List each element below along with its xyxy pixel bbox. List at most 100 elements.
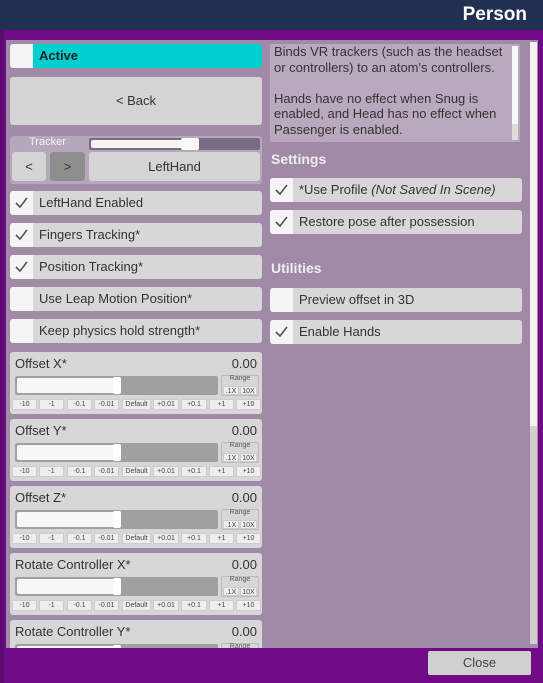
toggle-0-checkbox[interactable] [10, 191, 33, 215]
settings-toggle-0[interactable]: *Use Profile (Not Saved In Scene) [270, 178, 522, 202]
slider-track[interactable] [15, 577, 218, 596]
main-scrollbar[interactable] [530, 42, 537, 644]
step-button[interactable]: +0.1 [181, 399, 207, 410]
label-text: *Use Profile [299, 182, 372, 197]
step-button[interactable]: Default [122, 600, 151, 611]
slider-knob[interactable] [113, 444, 121, 461]
settings-toggle-1-checkbox[interactable] [270, 210, 293, 234]
settings-toggle-0-checkbox[interactable] [270, 178, 293, 202]
step-button[interactable]: -0.1 [67, 533, 92, 544]
utility-toggle-0[interactable]: Preview offset in 3D [270, 288, 522, 312]
tracker-prev-button[interactable]: < [12, 152, 46, 181]
step-button[interactable]: -0.1 [67, 600, 92, 611]
step-button[interactable]: Default [122, 466, 151, 477]
slider-track[interactable] [15, 443, 218, 462]
tracker-slider[interactable] [89, 138, 260, 150]
toggle-0-label: LeftHand Enabled [39, 195, 143, 210]
active-checkbox[interactable] [10, 44, 33, 68]
range-large-button[interactable]: 10X [240, 453, 257, 462]
step-button[interactable]: -0.01 [94, 533, 119, 544]
step-button[interactable]: Default [122, 399, 151, 410]
step-button[interactable]: +0.01 [153, 533, 179, 544]
utility-toggle-0-checkbox[interactable] [270, 288, 293, 312]
step-button[interactable]: +10 [236, 466, 261, 477]
checkmark-icon [15, 261, 28, 273]
step-button[interactable]: +10 [236, 533, 261, 544]
slider-value: 0.00 [231, 356, 257, 371]
close-button[interactable]: Close [428, 651, 531, 675]
step-button[interactable]: +0.01 [153, 466, 179, 477]
toggle-1[interactable]: Fingers Tracking* [10, 223, 262, 247]
description-scrollbar[interactable] [512, 46, 518, 140]
label-text: Position Tracking* [39, 259, 144, 274]
tracker-slider-knob[interactable] [181, 138, 199, 150]
step-button[interactable]: -1 [39, 533, 64, 544]
utility-toggle-1[interactable]: Enable Hands [270, 320, 522, 344]
slider-track[interactable] [15, 376, 218, 395]
step-button[interactable]: -0.01 [94, 600, 119, 611]
step-button[interactable]: -0.01 [94, 466, 119, 477]
step-button[interactable]: +0.1 [181, 466, 207, 477]
step-button[interactable]: +0.01 [153, 399, 179, 410]
toggle-4[interactable]: Keep physics hold strength* [10, 319, 262, 343]
toggle-1-label: Fingers Tracking* [39, 227, 140, 242]
slider-knob[interactable] [113, 511, 121, 528]
range-small-button[interactable]: .1X [223, 520, 239, 529]
step-button[interactable]: +1 [209, 399, 234, 410]
slider-knob[interactable] [113, 578, 121, 595]
range-group: Range .1X10X [221, 509, 259, 530]
range-large-button[interactable]: 10X [240, 587, 257, 596]
slider-knob[interactable] [113, 645, 121, 648]
step-button[interactable]: -1 [39, 399, 64, 410]
main-scrollbar-thumb[interactable] [530, 42, 537, 426]
step-button[interactable]: +1 [209, 600, 234, 611]
toggle-1-checkbox[interactable] [10, 223, 33, 247]
toggle-3-checkbox[interactable] [10, 287, 33, 311]
slider-track[interactable] [15, 510, 218, 529]
range-small-button[interactable]: .1X [223, 386, 239, 395]
range-small-button[interactable]: .1X [223, 453, 239, 462]
description-scrollbar-thumb[interactable] [512, 46, 518, 124]
settings-toggle-1[interactable]: Restore pose after possession [270, 210, 522, 234]
step-button[interactable]: -0.1 [67, 399, 92, 410]
step-button[interactable]: -10 [12, 533, 37, 544]
range-small-button[interactable]: .1X [223, 587, 239, 596]
tracker-next-button[interactable]: > [50, 152, 85, 181]
toggle-0[interactable]: LeftHand Enabled [10, 191, 262, 215]
toggle-2-checkbox[interactable] [10, 255, 33, 279]
step-button[interactable]: -1 [39, 600, 64, 611]
active-toggle[interactable]: Active [10, 44, 262, 68]
step-button[interactable]: +1 [209, 466, 234, 477]
step-button[interactable]: -0.1 [67, 466, 92, 477]
range-large-button[interactable]: 10X [240, 386, 257, 395]
range-large-button[interactable]: 10X [240, 520, 257, 529]
step-button[interactable]: -10 [12, 399, 37, 410]
step-button[interactable]: -10 [12, 600, 37, 611]
utility-toggle-1-checkbox[interactable] [270, 320, 293, 344]
toggle-4-checkbox[interactable] [10, 319, 33, 343]
step-button[interactable]: -1 [39, 466, 64, 477]
step-button[interactable]: +0.1 [181, 600, 207, 611]
step-button[interactable]: +10 [236, 399, 261, 410]
step-button[interactable]: +10 [236, 600, 261, 611]
range-label: Range [229, 375, 251, 382]
toggle-3[interactable]: Use Leap Motion Position* [10, 287, 262, 311]
label-text: Fingers Tracking* [39, 227, 141, 242]
step-button[interactable]: -0.01 [94, 399, 119, 410]
slider-name: Offset Y* [15, 423, 67, 438]
label-text: Enable Hands [299, 324, 381, 339]
step-button[interactable]: +0.01 [153, 600, 179, 611]
slider-track[interactable] [15, 644, 218, 648]
tracker-label: Tracker [29, 136, 66, 148]
tracker-selector: Tracker < > LeftHand [10, 136, 262, 184]
back-button[interactable]: < Back [10, 77, 262, 125]
slider-knob[interactable] [113, 377, 121, 394]
toggle-2[interactable]: Position Tracking* [10, 255, 262, 279]
step-button[interactable]: +1 [209, 533, 234, 544]
checkmark-icon [275, 326, 288, 338]
step-button[interactable]: Default [122, 533, 151, 544]
range-group: Range .1X10X [221, 442, 259, 463]
step-button[interactable]: +0.1 [181, 533, 207, 544]
tracker-slider-fill [91, 140, 191, 148]
step-button[interactable]: -10 [12, 466, 37, 477]
